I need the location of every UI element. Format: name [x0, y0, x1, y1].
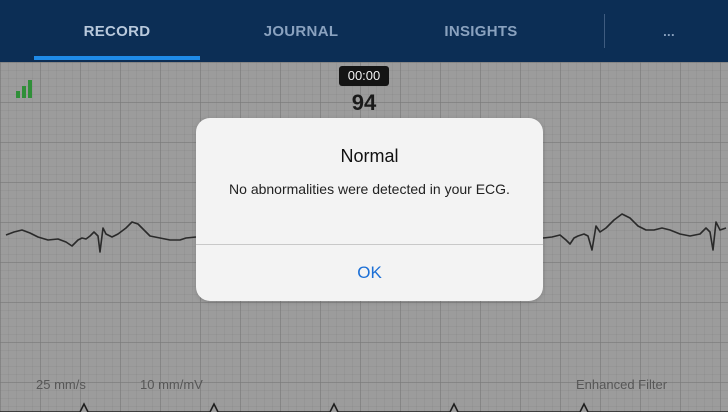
gain-label: 10 mm/mV: [140, 377, 203, 392]
alert-message: No abnormalities were detected in your E…: [229, 181, 510, 197]
ecg-trace-right: [542, 213, 727, 251]
ecg-result-alert: Normal No abnormalities were detected in…: [196, 118, 543, 301]
ecg-record-screen: RECORD JOURNAL INSIGHTS ... 00:00 94 25 …: [0, 0, 728, 412]
ecg-trace-bottom: [0, 402, 728, 412]
paper-speed-label: 25 mm/s: [36, 377, 86, 392]
ok-button[interactable]: OK: [196, 245, 543, 301]
ecg-trace-left: [5, 221, 197, 253]
alert-title: Normal: [340, 146, 399, 166]
filter-label: Enhanced Filter: [576, 377, 668, 392]
